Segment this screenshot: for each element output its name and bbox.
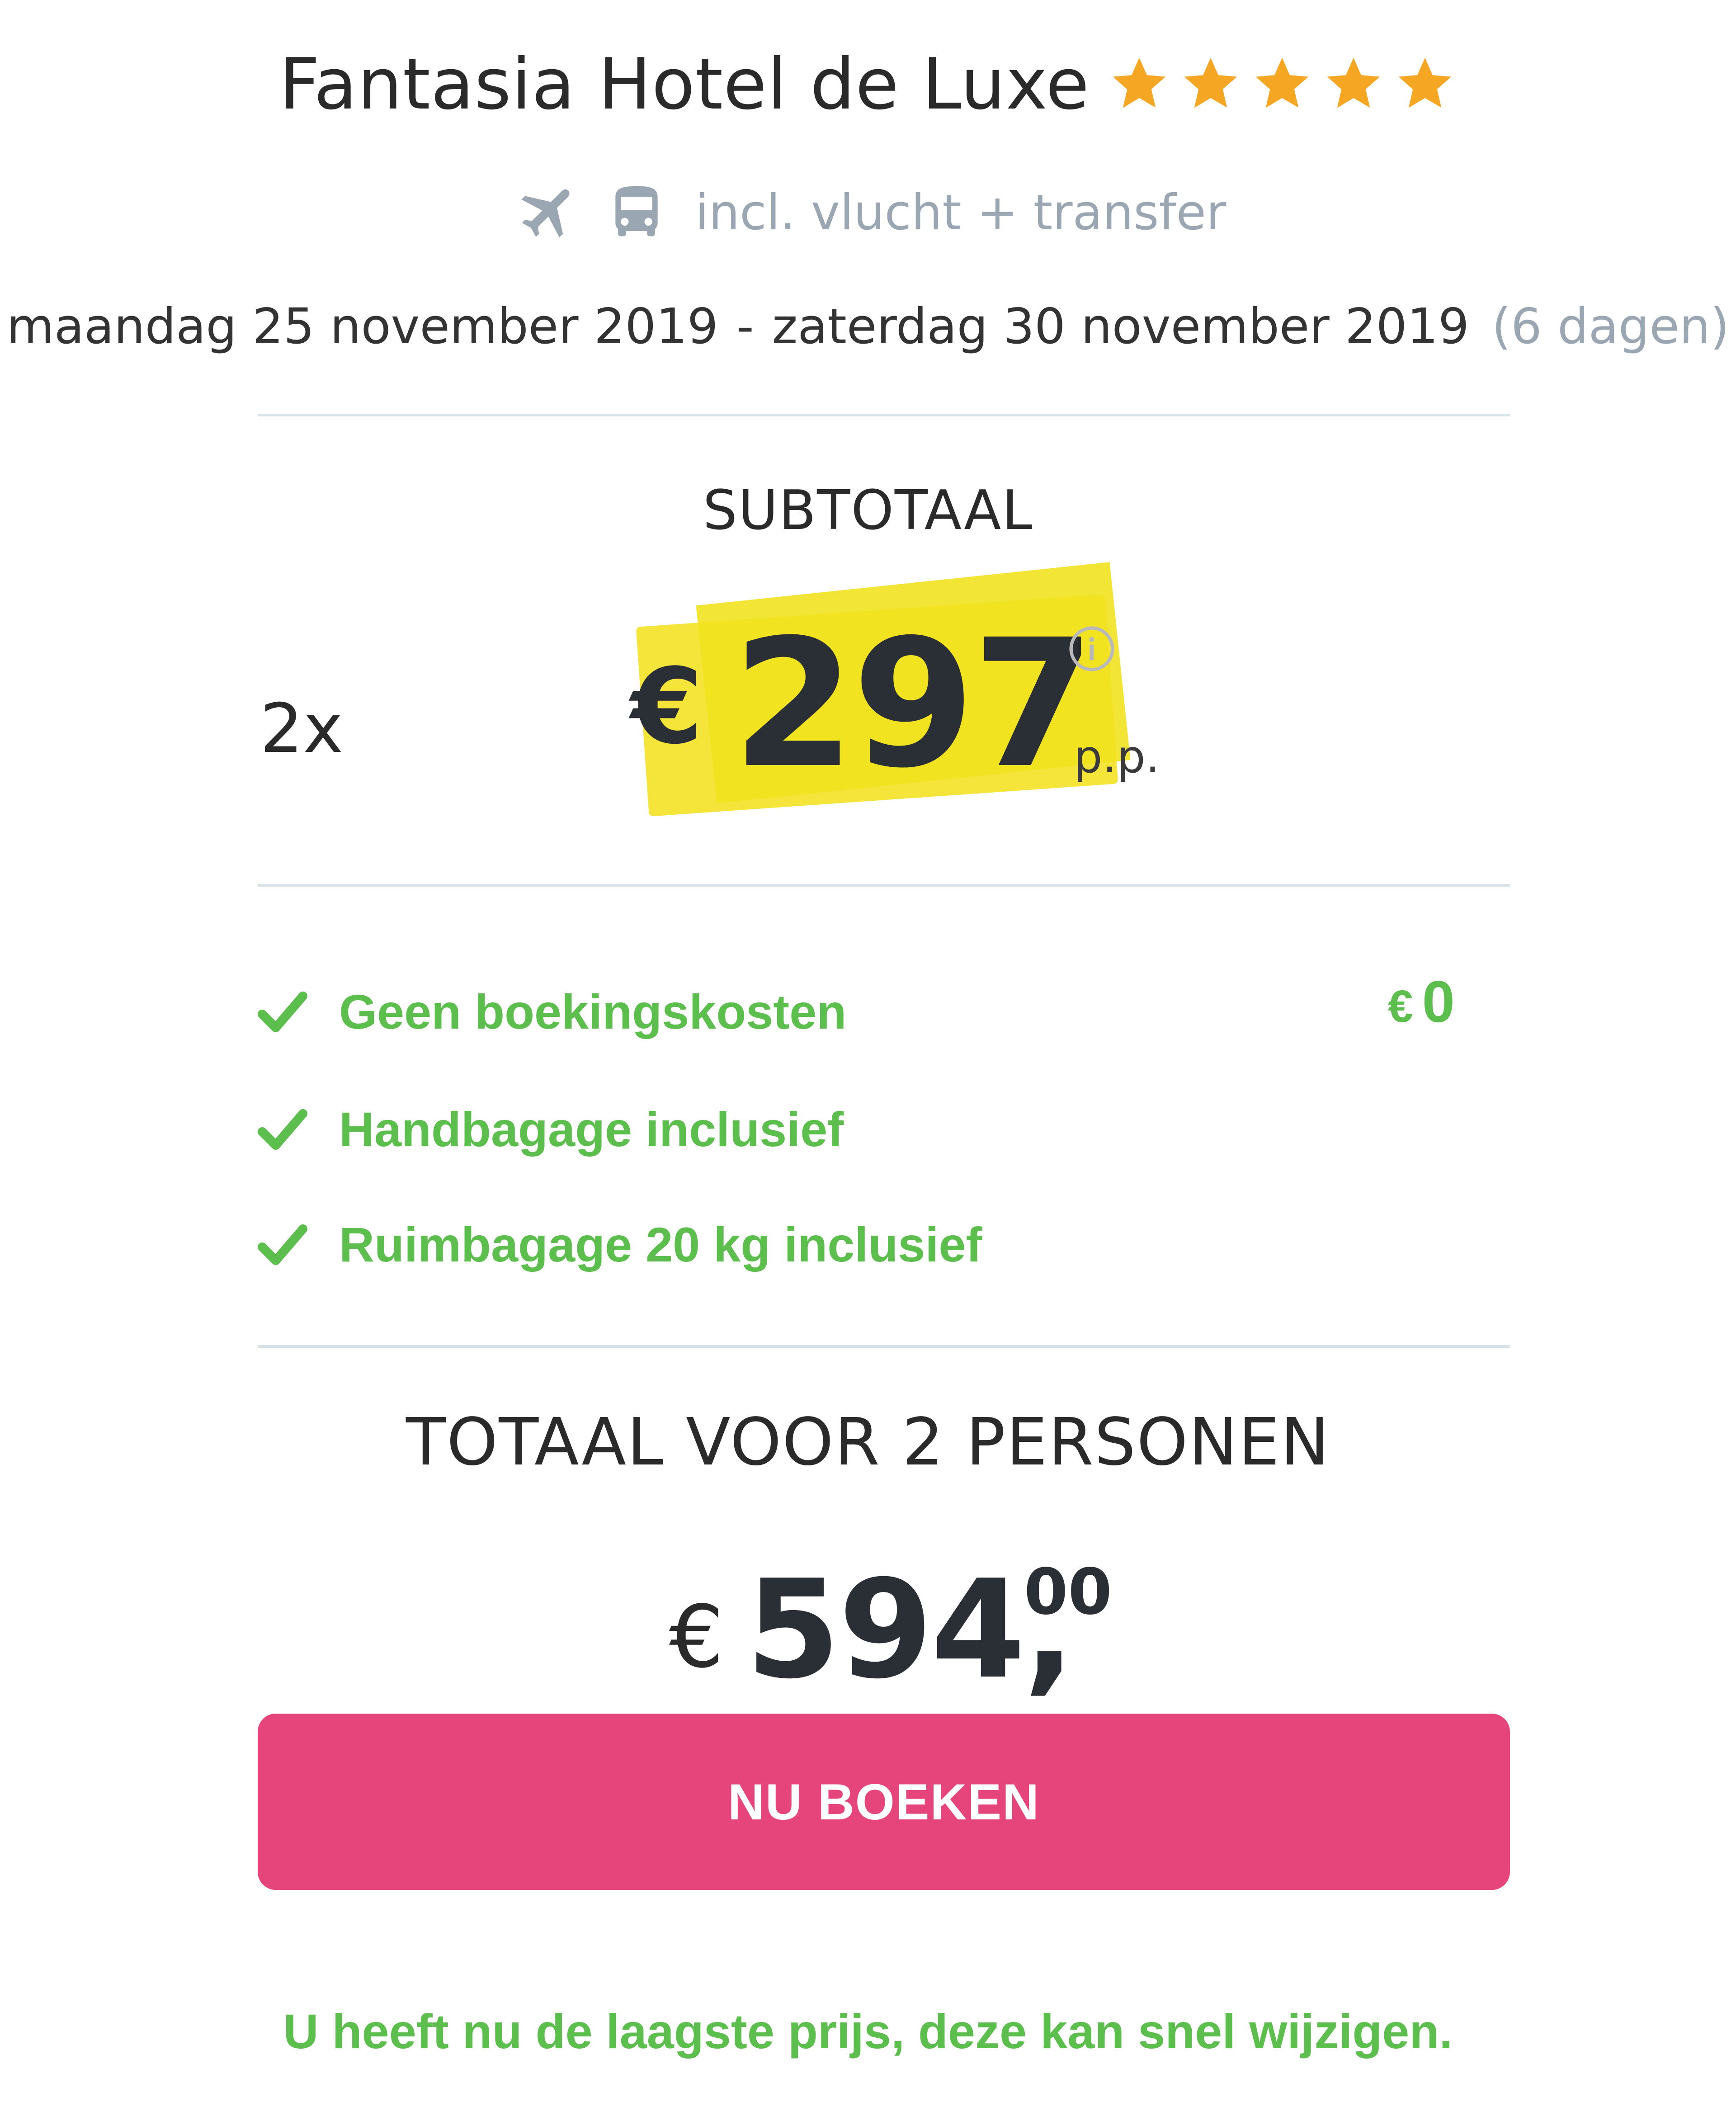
divider — [258, 884, 1510, 887]
total-cents: 00 — [1024, 1555, 1112, 1629]
booking-fee: €0 — [1388, 968, 1455, 1035]
transport-label: incl. vlucht + transfer — [695, 184, 1227, 241]
bus-icon — [605, 179, 668, 246]
feature-item: Ruimbagage 20 kg inclusief — [258, 1216, 982, 1273]
star-icon — [1322, 52, 1385, 116]
transport-info: incl. vlucht + transfer — [0, 179, 1736, 246]
feature-item: Handbagage inclusief — [258, 1101, 844, 1157]
divider — [258, 414, 1510, 416]
subtotal-label: SUBTOTAAL — [703, 479, 1033, 542]
price-per-person: 297 — [732, 601, 1095, 807]
traveler-quantity: 2x — [260, 690, 344, 768]
feature-label: Geen boekingskosten — [339, 984, 847, 1039]
end-date: zaterdag 30 november 2019 — [772, 298, 1469, 355]
divider — [258, 1345, 1510, 1348]
price-currency: € — [631, 647, 703, 767]
feature-item: Geen boekingskosten — [258, 983, 846, 1040]
per-person-label: p.p. — [1074, 730, 1160, 783]
lowest-price-note: U heeft nu de laagste prijs, deze kan sn… — [283, 2004, 1453, 2059]
total-currency: € — [669, 1587, 724, 1687]
hotel-name: Fantasia Hotel de Luxe — [279, 43, 1090, 125]
travel-dates: maandag 25 november 2019 - zaterdag 30 n… — [0, 298, 1736, 355]
booking-fee-currency: € — [1388, 981, 1413, 1032]
trip-duration: (6 dagen) — [1491, 298, 1730, 355]
booking-fee-value: 0 — [1422, 968, 1455, 1034]
total-label: TOTAAL VOOR 2 PERSONEN — [406, 1404, 1330, 1480]
star-icon — [1179, 52, 1242, 116]
star-icon — [1393, 52, 1457, 116]
start-date: maandag 25 november 2019 — [6, 298, 718, 355]
info-icon[interactable] — [1067, 624, 1117, 674]
check-icon — [258, 989, 307, 1034]
date-separator: - — [736, 298, 754, 355]
airplane-icon — [510, 179, 587, 246]
check-icon — [258, 1107, 307, 1152]
feature-label: Handbagage inclusief — [339, 1102, 844, 1157]
feature-label: Ruimbagage 20 kg inclusief — [339, 1217, 982, 1272]
hotel-header: Fantasia Hotel de Luxe — [0, 43, 1736, 125]
star-rating — [1108, 52, 1457, 116]
star-icon — [1250, 52, 1314, 116]
check-icon — [258, 1222, 307, 1267]
book-now-button[interactable]: NU BOEKEN — [258, 1714, 1510, 1890]
star-icon — [1108, 52, 1171, 116]
